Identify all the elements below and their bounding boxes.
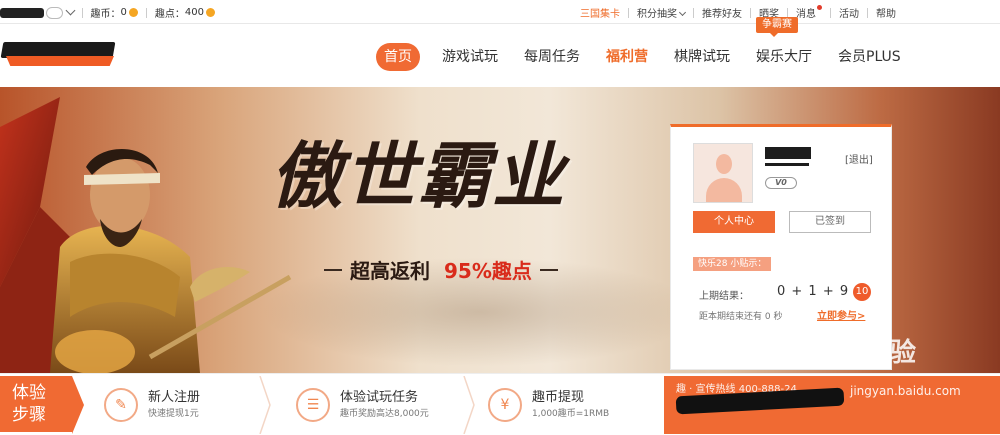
step-register[interactable]: ✎ 新人注册 快速提现1元: [104, 378, 254, 432]
city-switch-pill[interactable]: [46, 6, 63, 19]
link-activities[interactable]: 活动: [839, 5, 859, 20]
chevron-down-icon: [678, 8, 687, 17]
points-coin-icon: [206, 8, 216, 17]
divider: [693, 7, 694, 18]
main-nav: 首页 游戏试玩 每周任务 福利营 棋牌试玩 争霸赛 娱乐大厅 会员PLUS: [376, 17, 927, 71]
avatar[interactable]: [693, 143, 753, 203]
nav-member-plus[interactable]: 会员PLUS: [838, 43, 901, 71]
link-points-draw[interactable]: 积分抽奖: [637, 5, 687, 20]
step-title: 体验试玩任务: [340, 390, 419, 405]
city-redacted: [0, 7, 44, 18]
username-redacted: [765, 147, 811, 159]
logout-link[interactable]: [退出]: [845, 151, 873, 166]
avatar-body: [706, 178, 742, 202]
warrior-illustration: [0, 97, 292, 373]
baidu-watermark: Bai 经验 jingyan.baidu.com: [764, 330, 964, 410]
countdown-text: 距本期结束还有 0 秒: [699, 312, 783, 322]
points-label: 趣点：: [154, 9, 185, 20]
paw-icon: [830, 333, 854, 359]
coins-value: 0: [120, 7, 127, 18]
banner-subtitle: 超高返利 95%趣点: [316, 255, 566, 284]
link-help[interactable]: 帮助: [876, 5, 896, 20]
step-desc: 快速提现1元: [148, 409, 199, 419]
link-messages-label: 消息: [796, 9, 816, 20]
main-nav-bar: 首页 游戏试玩 每周任务 福利营 棋牌试玩 争霸赛 娱乐大厅 会员PLUS: [0, 17, 1000, 87]
nav-entertainment-hall[interactable]: 争霸赛 娱乐大厅: [756, 17, 812, 71]
divider: [539, 268, 558, 271]
points-value: 400: [184, 7, 205, 18]
steps-title-line1: 体验: [12, 383, 46, 403]
divider: [830, 7, 831, 18]
site-logo[interactable]: [0, 42, 116, 68]
pen-icon: ✎: [104, 388, 138, 422]
link-refer-friends[interactable]: 推荐好友: [702, 5, 742, 20]
top-bar-left: 趣币： 0 趣点： 400: [0, 5, 216, 20]
nav-welfare-camp[interactable]: 福利营: [606, 43, 648, 71]
lottery-tip-tag: 快乐28 小贴示：: [693, 257, 772, 271]
divider: [145, 7, 147, 18]
banner-subtitle-b: 95%趣点: [444, 259, 532, 283]
vip-level-badge: V0: [765, 177, 797, 189]
divider: [324, 268, 342, 271]
notification-dot-icon: [817, 5, 822, 10]
nav-home[interactable]: 首页: [376, 43, 420, 71]
divider: [81, 7, 83, 18]
top-bar: 趣币： 0 趣点： 400 三国集卡 积分抽奖 推荐好友 晒奖 消息 活动 帮助: [0, 0, 1000, 24]
link-points-draw-label: 积分抽奖: [637, 9, 677, 20]
username-redacted: [765, 163, 809, 166]
avatar-head: [716, 154, 732, 174]
nav-game-trial[interactable]: 游戏试玩: [442, 43, 498, 71]
link-messages[interactable]: 消息: [796, 5, 822, 20]
step-separator-chevron-icon: [259, 376, 271, 434]
coins-label: 趣币：: [90, 9, 121, 20]
step-title: 趣币提现: [532, 390, 585, 405]
step-arrow-icon: [72, 376, 84, 434]
watermark-url: jingyan.baidu.com: [850, 384, 961, 398]
yen-icon: ¥: [488, 388, 522, 422]
steps-title-line2: 步骤: [12, 405, 46, 425]
step-desc: 1,000趣币=1RMB: [532, 409, 610, 419]
step-trial-task[interactable]: ☰ 体验试玩任务 趣币奖励高达8,000元: [296, 378, 466, 432]
steps-title: 体验 步骤: [0, 376, 72, 432]
nav-weekly-tasks[interactable]: 每周任务: [524, 43, 580, 71]
step-separator-chevron-icon: [463, 376, 475, 434]
checklist-icon: ☰: [296, 388, 330, 422]
personal-center-button[interactable]: 个人中心: [693, 211, 775, 233]
signed-in-button[interactable]: 已签到: [789, 211, 871, 233]
banner-subtitle-a: 超高返利: [350, 259, 430, 283]
link-card-collect[interactable]: 三国集卡: [580, 5, 620, 20]
divider: [787, 7, 788, 18]
last-result-ball: 10: [853, 283, 871, 301]
contest-tag-badge: 争霸赛: [756, 17, 798, 37]
logo-underline: [6, 56, 114, 66]
chevron-down-icon[interactable]: [65, 5, 75, 16]
nav-chess-trial[interactable]: 棋牌试玩: [674, 43, 730, 71]
divider: [750, 7, 751, 18]
step-desc: 趣币奖励高达8,000元: [340, 409, 429, 419]
logo-redacted: [0, 42, 116, 58]
watermark-cn: 经验: [864, 338, 917, 368]
divider: [628, 7, 629, 18]
divider: [867, 7, 868, 18]
join-now-link[interactable]: 立即参与>: [817, 307, 865, 322]
coin-icon: [128, 8, 138, 17]
banner-title: 傲世霸业: [270, 133, 567, 218]
last-result-label: 上期结果：: [699, 291, 749, 302]
watermark-brand: Bai: [764, 330, 814, 363]
top-bar-links: 三国集卡 积分抽奖 推荐好友 晒奖 消息 活动 帮助: [580, 5, 896, 20]
nav-entertainment-hall-label: 娱乐大厅: [756, 49, 812, 65]
step-title: 新人注册: [148, 390, 201, 405]
step-withdraw[interactable]: ¥ 趣币提现 1,000趣币=1RMB: [488, 378, 658, 432]
